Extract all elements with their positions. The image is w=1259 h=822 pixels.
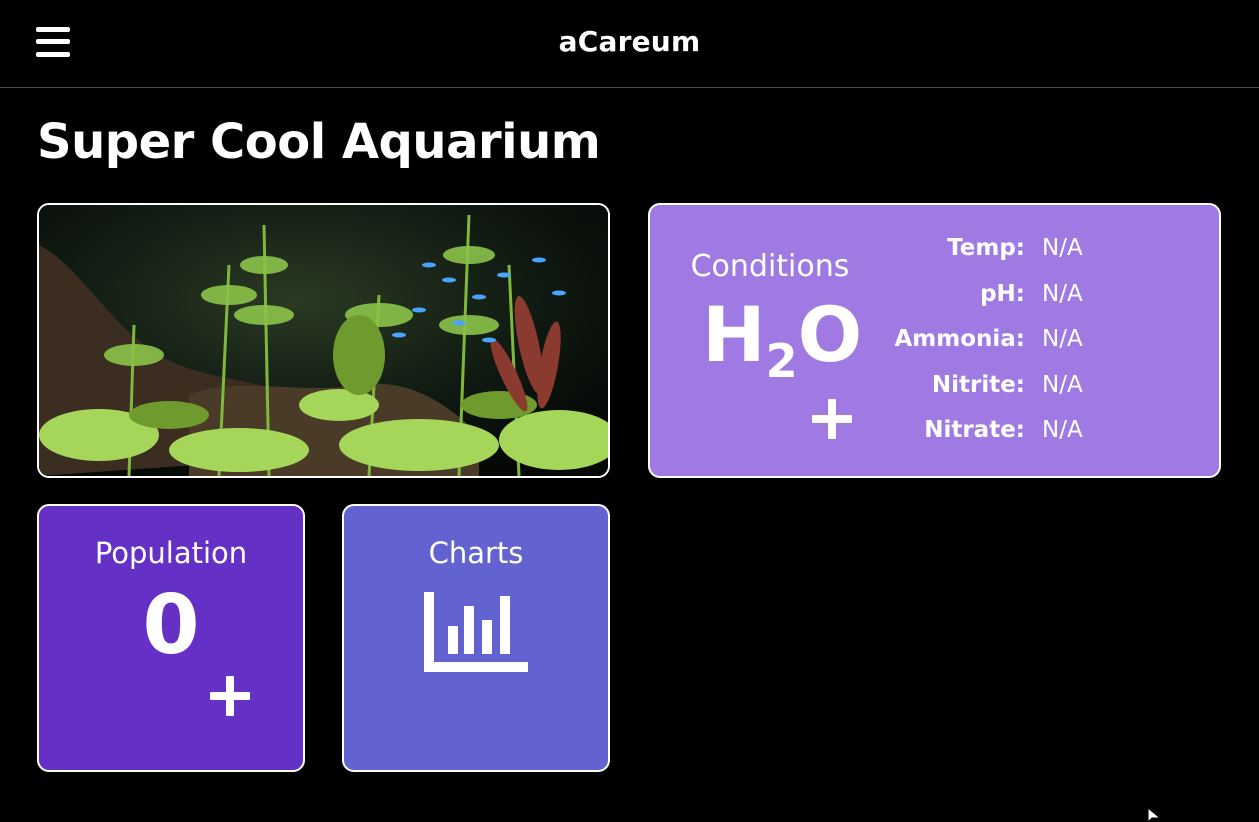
app-title: aCareum (558, 25, 701, 58)
reading-label: pH: (980, 280, 1025, 307)
reading-label: Nitrite: (931, 371, 1025, 398)
population-label: Population (94, 536, 248, 570)
reading-ph: pH: N/A (880, 281, 1180, 327)
reading-ammonia: Ammonia: N/A (880, 326, 1180, 372)
charts-label: Charts (428, 536, 524, 570)
population-card[interactable]: Population 0 (37, 504, 305, 772)
population-count: 0 (142, 578, 200, 673)
readings-list: Temp: N/A pH: N/A Ammonia: N/A Nitrite: … (880, 235, 1180, 463)
charts-card[interactable]: Charts (342, 504, 610, 772)
reading-value: N/A (1042, 371, 1083, 398)
reading-temp: Temp: N/A (880, 235, 1180, 281)
reading-value: N/A (1042, 417, 1083, 443)
formula-h: H (702, 290, 766, 379)
aquarium-photo (37, 203, 610, 478)
top-bar: aCareum (0, 0, 1259, 88)
reading-value: N/A (1042, 235, 1083, 261)
reading-value: N/A (1042, 326, 1083, 352)
h2o-icon: H2O (702, 297, 862, 385)
add-population-plus-icon[interactable] (210, 676, 250, 716)
reading-nitrate: Nitrate: N/A (880, 417, 1180, 463)
formula-o: O (797, 290, 863, 379)
add-reading-plus-icon[interactable] (812, 399, 852, 439)
formula-subscript: 2 (765, 334, 798, 388)
reading-label: Temp: (947, 235, 1025, 261)
reading-label: Ammonia: (894, 326, 1025, 352)
reading-value: N/A (1042, 280, 1083, 307)
reading-nitrite: Nitrite: N/A (880, 372, 1180, 418)
mouse-cursor-icon (1148, 808, 1162, 822)
bar-chart-icon (424, 592, 528, 672)
conditions-label: Conditions (690, 249, 850, 284)
conditions-card[interactable]: Conditions H2O Temp: N/A pH: N/A Ammonia… (648, 203, 1221, 478)
reading-label: Nitrate: (924, 417, 1025, 443)
page-title: Super Cool Aquarium (37, 114, 601, 170)
